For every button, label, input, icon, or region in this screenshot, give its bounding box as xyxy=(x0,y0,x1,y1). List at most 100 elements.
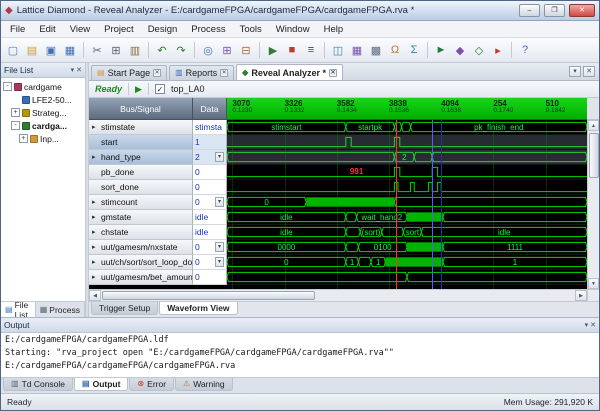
scroll-up-icon[interactable]: ▲ xyxy=(588,120,599,131)
vertical-scrollbar-thumb[interactable] xyxy=(589,133,599,178)
signal-waveform[interactable]: idlewait_hand2 xyxy=(227,210,587,225)
signal-row-uut-gamesm-bet-amount-int[interactable]: ▸uut/gamesm/bet_amount_int0 xyxy=(89,270,587,285)
open-project-icon[interactable]: ⊟ xyxy=(237,41,255,59)
expand-arrow-icon[interactable]: ▸ xyxy=(92,154,99,161)
core-checkbox[interactable]: ✓ xyxy=(155,84,165,94)
expand-arrow-icon[interactable]: ▸ xyxy=(92,274,99,281)
maximize-button[interactable]: ❐ xyxy=(544,4,565,17)
window-list-icon[interactable]: ▾ xyxy=(569,66,581,77)
signal-row-gmstate[interactable]: ▸gmstateidleidlewait_hand2 xyxy=(89,210,587,225)
menu-item-help[interactable]: Help xyxy=(317,23,351,36)
close-icon[interactable]: ✕ xyxy=(329,69,337,77)
find-icon[interactable]: ◎ xyxy=(199,41,217,59)
signal-row-sort-done[interactable]: sort_done0 xyxy=(89,180,587,195)
timeline-ruler[interactable]: 30700.123033260.133235820.143438380.1536… xyxy=(227,98,587,120)
radix-dropdown-icon[interactable]: ▾ xyxy=(215,152,224,162)
tab-error[interactable]: ⊗Error xyxy=(129,378,174,391)
tree-item-lfe2-50[interactable]: LFE2-50... xyxy=(1,93,85,106)
signal-waveform[interactable] xyxy=(227,135,587,150)
expand-arrow-icon[interactable]: ▸ xyxy=(92,214,99,221)
package-view-icon[interactable]: ▩ xyxy=(367,41,385,59)
signal-waveform[interactable]: 0 xyxy=(227,195,587,210)
radix-dropdown-icon[interactable]: ▾ xyxy=(215,242,224,252)
signal-waveform[interactable]: 0111 xyxy=(227,255,587,270)
netlist-view-icon[interactable]: ◫ xyxy=(329,41,347,59)
undo-icon[interactable]: ↶ xyxy=(153,41,171,59)
signal-row-start[interactable]: start1 xyxy=(89,135,587,150)
timing-analysis-icon[interactable]: Σ xyxy=(405,41,423,59)
tab-process[interactable]: ▦Process xyxy=(36,302,85,317)
output-log[interactable]: E:/cardgameFPGA/cardgameFPGA.ldfStarting… xyxy=(1,333,599,377)
expand-arrow-icon[interactable]: ▸ xyxy=(92,229,99,236)
tree-item-inp[interactable]: +Inp... xyxy=(1,132,85,145)
signal-row-chstate[interactable]: ▸chstateidleidle(sort)sortidle xyxy=(89,225,587,240)
signal-name-cell[interactable]: pb_done xyxy=(89,165,193,180)
menu-item-project[interactable]: Project xyxy=(97,23,141,36)
menu-item-edit[interactable]: Edit xyxy=(32,23,62,36)
signal-data-cell[interactable]: 0 xyxy=(193,180,227,195)
radix-dropdown-icon[interactable]: ▾ xyxy=(215,257,224,267)
expand-icon[interactable]: + xyxy=(19,134,28,143)
panel-menu-icon[interactable]: ▾ xyxy=(585,322,589,329)
scroll-down-icon[interactable]: ▼ xyxy=(588,278,599,289)
vertical-scrollbar[interactable]: ▲ ▼ xyxy=(587,120,599,289)
copy-icon[interactable]: ⊞ xyxy=(107,41,125,59)
signal-data-cell[interactable]: 0▾ xyxy=(193,255,227,270)
reveal-inserter-icon[interactable]: ◆ xyxy=(451,41,469,59)
redo-icon[interactable]: ↷ xyxy=(172,41,190,59)
signal-waveform[interactable] xyxy=(227,270,587,285)
expand-arrow-icon[interactable]: ▸ xyxy=(92,124,99,131)
signal-row-stimcount[interactable]: ▸stimcount0▾0 xyxy=(89,195,587,210)
menu-item-process[interactable]: Process xyxy=(184,23,232,36)
expand-arrow-icon[interactable]: ▸ xyxy=(92,199,99,206)
tab-waveform-view[interactable]: Waveform View xyxy=(159,302,237,315)
signal-data-cell[interactable]: 0▾ xyxy=(193,195,227,210)
signal-name-cell[interactable]: ▸gmstate xyxy=(89,210,193,225)
expand-arrow-icon[interactable]: ▸ xyxy=(92,259,99,266)
signal-row-uut-gamesm-nxstate[interactable]: ▸uut/gamesm/nxstate0▾000001001111 xyxy=(89,240,587,255)
signal-name-cell[interactable]: start xyxy=(89,135,193,150)
collapse-icon[interactable]: - xyxy=(11,121,20,130)
tab-reveal-analyzer[interactable]: ◆Reveal Analyzer *✕ xyxy=(236,64,343,80)
scroll-left-icon[interactable]: ◀ xyxy=(89,290,101,301)
signal-data-cell[interactable]: idle xyxy=(193,210,227,225)
signal-waveform[interactable]: idle(sort)sortidle xyxy=(227,225,587,240)
run-manager-icon[interactable]: ▸ xyxy=(489,41,507,59)
scrollbar-track[interactable] xyxy=(101,290,575,301)
expand-icon[interactable]: + xyxy=(11,108,20,117)
tree-item-cardga[interactable]: -cardga... xyxy=(1,119,85,132)
column-header-data[interactable]: Data xyxy=(193,98,227,120)
signal-waveform[interactable]: stimstartstartpkpk_finish_end xyxy=(227,120,587,135)
reveal-analyzer-icon[interactable]: ◇ xyxy=(470,41,488,59)
cut-icon[interactable]: ✂ xyxy=(88,41,106,59)
paste-icon[interactable]: ▥ xyxy=(126,41,144,59)
open-file-icon[interactable]: ▤ xyxy=(23,41,41,59)
menu-item-file[interactable]: File xyxy=(3,23,32,36)
tab-start-page[interactable]: ▤Start Page✕ xyxy=(91,65,167,80)
panel-menu-icon[interactable]: ▾ xyxy=(71,67,75,74)
signal-name-cell[interactable]: ▸uut/gamesm/bet_amount_int xyxy=(89,270,193,285)
signal-name-cell[interactable]: ▸uut/ch/sort/sort_loop_done xyxy=(89,255,193,270)
signal-row-hand-type[interactable]: ▸hand_type2▾2 xyxy=(89,150,587,165)
column-header-bus-signal[interactable]: Bus/Signal xyxy=(89,98,193,120)
signal-waveform[interactable]: 000001001111 xyxy=(227,240,587,255)
signal-data-cell[interactable]: 0▾ xyxy=(193,240,227,255)
tab-warning[interactable]: ⚠Warning xyxy=(175,378,233,391)
panel-close-icon[interactable]: ✕ xyxy=(590,322,596,329)
tab-trigger-setup[interactable]: Trigger Setup xyxy=(91,302,158,315)
signal-name-cell[interactable]: ▸chstate xyxy=(89,225,193,240)
title-bar[interactable]: ◆ Lattice Diamond - Reveal Analyzer - E:… xyxy=(1,1,599,21)
tab-file-list[interactable]: ▤File List xyxy=(1,302,36,317)
help-icon[interactable]: ? xyxy=(516,41,534,59)
signal-name-cell[interactable]: ▸stimcount xyxy=(89,195,193,210)
menu-item-design[interactable]: Design xyxy=(141,23,185,36)
signal-data-cell[interactable]: 0 xyxy=(193,165,227,180)
close-icon[interactable]: ✕ xyxy=(220,69,228,77)
close-document-icon[interactable]: ✕ xyxy=(583,66,595,77)
signal-data-cell[interactable]: 2▾ xyxy=(193,150,227,165)
run-analyzer-icon[interactable]: ▶ xyxy=(135,85,142,94)
signal-row-uut-ch-sort-sort-loop-done[interactable]: ▸uut/ch/sort/sort_loop_done0▾0111 xyxy=(89,255,587,270)
stop-process-icon[interactable]: ■ xyxy=(283,41,301,59)
tree-item-cardgame[interactable]: -cardgame xyxy=(1,80,85,93)
new-file-icon[interactable]: ▢ xyxy=(4,41,22,59)
